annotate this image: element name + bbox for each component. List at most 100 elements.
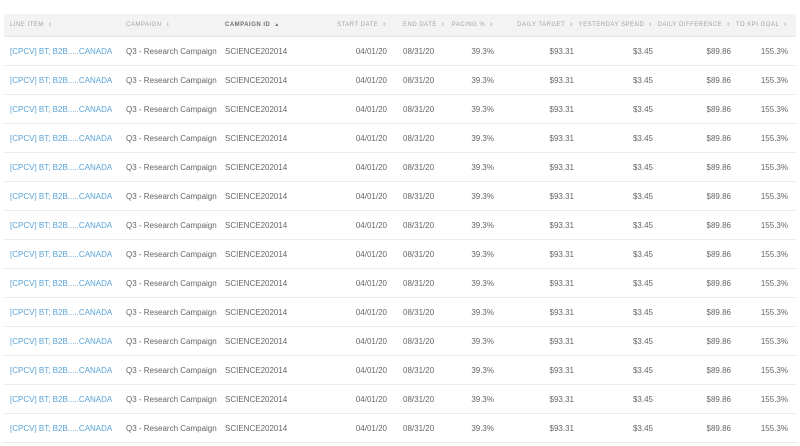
cell-kpi-goal: 155.3% — [760, 75, 788, 85]
header-kpi-goal-label: To KPI Goal — [735, 22, 780, 28]
cell-start-date: 04/01/20 — [355, 423, 387, 433]
header-start-date[interactable]: Start Date ⬍ — [335, 22, 391, 28]
cell-daily-difference: $89.86 — [706, 278, 731, 288]
cell-daily-target: $93.31 — [549, 394, 574, 404]
header-pacing[interactable]: Pacing % ⬍ — [441, 22, 494, 28]
cell-kpi-goal: 155.3% — [760, 162, 788, 172]
table-body: [CPCV] BT; B2B.....CANADA Q3 - Research C… — [4, 37, 796, 443]
cell-start-date: 04/01/20 — [355, 104, 387, 114]
cell-daily-target: $93.31 — [549, 133, 574, 143]
cell-daily-difference: $89.86 — [706, 365, 731, 375]
cell-end-date: 08/31/20 — [403, 423, 435, 433]
sort-icon[interactable]: ⬍ — [48, 22, 53, 28]
table-row: [CPCV] BT; B2B.....CANADA Q3 - Research C… — [4, 414, 796, 443]
cell-end-date: 08/31/20 — [403, 336, 435, 346]
header-campaign-id[interactable]: Campaign ID ▲ — [225, 22, 335, 28]
cell-daily-target: $93.31 — [549, 162, 574, 172]
cell-line-item-link[interactable]: [CPCV] BT; B2B.....CANADA — [4, 105, 126, 114]
cell-pacing: 39.3% — [471, 336, 494, 346]
header-line-item[interactable]: Line Item ⬍ — [4, 22, 126, 28]
header-daily-target[interactable]: Daily Target ⬍ — [494, 22, 574, 28]
cell-end-date: 08/31/20 — [403, 133, 435, 143]
sort-icon[interactable]: ⬍ — [382, 22, 387, 28]
sort-icon[interactable]: ⬍ — [783, 22, 788, 28]
cell-pacing: 39.3% — [471, 191, 494, 201]
cell-end-date: 08/31/20 — [403, 162, 435, 172]
cell-campaign: Q3 - Research Campaign — [126, 46, 217, 56]
cell-daily-difference: $89.86 — [706, 191, 731, 201]
cell-kpi-goal: 155.3% — [760, 46, 788, 56]
cell-end-date: 08/31/20 — [403, 365, 435, 375]
sort-icon[interactable]: ⬍ — [166, 22, 171, 28]
cell-daily-target: $93.31 — [549, 220, 574, 230]
cell-line-item-link[interactable]: [CPCV] BT; B2B.....CANADA — [4, 163, 126, 172]
cell-line-item-link[interactable]: [CPCV] BT; B2B.....CANADA — [4, 76, 126, 85]
cell-daily-target: $93.31 — [549, 75, 574, 85]
cell-line-item-link[interactable]: [CPCV] BT; B2B.....CANADA — [4, 395, 126, 404]
cell-campaign: Q3 - Research Campaign — [126, 423, 217, 433]
table-row: [CPCV] BT; B2B.....CANADA Q3 - Research C… — [4, 182, 796, 211]
cell-kpi-goal: 155.3% — [760, 278, 788, 288]
cell-yesterday-spend: $3.45 — [632, 104, 653, 114]
cell-campaign-id: SCIENCE202014 — [225, 162, 288, 172]
cell-line-item-link[interactable]: [CPCV] BT; B2B.....CANADA — [4, 366, 126, 375]
cell-campaign: Q3 - Research Campaign — [126, 307, 217, 317]
cell-kpi-goal: 155.3% — [760, 191, 788, 201]
cell-daily-difference: $89.86 — [706, 220, 731, 230]
cell-daily-target: $93.31 — [549, 278, 574, 288]
header-campaign-label: Campaign — [126, 22, 162, 28]
header-line-item-label: Line Item — [10, 22, 44, 28]
header-yesterday-spend[interactable]: Yesterday Spend ⬍ — [574, 22, 653, 28]
table-row: [CPCV] BT; B2B.....CANADA Q3 - Research C… — [4, 240, 796, 269]
table-row: [CPCV] BT; B2B.....CANADA Q3 - Research C… — [4, 385, 796, 414]
table-row: [CPCV] BT; B2B.....CANADA Q3 - Research C… — [4, 298, 796, 327]
cell-yesterday-spend: $3.45 — [632, 423, 653, 433]
table-row: [CPCV] BT; B2B.....CANADA Q3 - Research C… — [4, 356, 796, 385]
header-kpi-goal[interactable]: To KPI Goal ⬍ — [731, 22, 796, 28]
header-pacing-label: Pacing % — [451, 22, 486, 28]
cell-daily-target: $93.31 — [549, 307, 574, 317]
cell-campaign: Q3 - Research Campaign — [126, 278, 217, 288]
cell-end-date: 08/31/20 — [403, 307, 435, 317]
cell-campaign: Q3 - Research Campaign — [126, 220, 217, 230]
cell-start-date: 04/01/20 — [355, 249, 387, 259]
cell-campaign: Q3 - Research Campaign — [126, 249, 217, 259]
cell-start-date: 04/01/20 — [355, 133, 387, 143]
header-campaign[interactable]: Campaign ⬍ — [126, 22, 225, 28]
cell-daily-difference: $89.86 — [706, 46, 731, 56]
header-end-date[interactable]: End Date ⬍ — [391, 22, 445, 28]
cell-daily-difference: $89.86 — [706, 394, 731, 404]
cell-line-item-link[interactable]: [CPCV] BT; B2B.....CANADA — [4, 192, 126, 201]
cell-campaign-id: SCIENCE202014 — [225, 249, 288, 259]
cell-line-item-link[interactable]: [CPCV] BT; B2B.....CANADA — [4, 47, 126, 56]
cell-pacing: 39.3% — [471, 394, 494, 404]
header-daily-difference[interactable]: Daily Difference ⬍ — [653, 22, 731, 28]
cell-line-item-link[interactable]: [CPCV] BT; B2B.....CANADA — [4, 424, 126, 433]
sort-asc-icon[interactable]: ▲ — [274, 22, 279, 28]
cell-pacing: 39.3% — [471, 365, 494, 375]
cell-yesterday-spend: $3.45 — [632, 278, 653, 288]
cell-start-date: 04/01/20 — [355, 307, 387, 317]
cell-line-item-link[interactable]: [CPCV] BT; B2B.....CANADA — [4, 337, 126, 346]
table-header: Line Item ⬍ Campaign ⬍ Campaign ID ▲ Start Dat… — [4, 14, 796, 37]
cell-pacing: 39.3% — [471, 423, 494, 433]
cell-line-item-link[interactable]: [CPCV] BT; B2B.....CANADA — [4, 250, 126, 259]
cell-campaign: Q3 - Research Campaign — [126, 75, 217, 85]
cell-daily-difference: $89.86 — [706, 307, 731, 317]
cell-line-item-link[interactable]: [CPCV] BT; B2B.....CANADA — [4, 221, 126, 230]
cell-campaign-id: SCIENCE202014 — [225, 423, 288, 433]
cell-pacing: 39.3% — [471, 162, 494, 172]
cell-line-item-link[interactable]: [CPCV] BT; B2B.....CANADA — [4, 134, 126, 143]
cell-daily-difference: $89.86 — [706, 75, 731, 85]
cell-line-item-link[interactable]: [CPCV] BT; B2B.....CANADA — [4, 279, 126, 288]
header-end-date-label: End Date — [403, 22, 437, 28]
cell-end-date: 08/31/20 — [403, 278, 435, 288]
cell-campaign-id: SCIENCE202014 — [225, 75, 288, 85]
cell-pacing: 39.3% — [471, 249, 494, 259]
cell-campaign-id: SCIENCE202014 — [225, 336, 288, 346]
cell-end-date: 08/31/20 — [403, 104, 435, 114]
cell-start-date: 04/01/20 — [355, 162, 387, 172]
table-row: [CPCV] BT; B2B.....CANADA Q3 - Research C… — [4, 66, 796, 95]
table-row: [CPCV] BT; B2B.....CANADA Q3 - Research C… — [4, 153, 796, 182]
cell-line-item-link[interactable]: [CPCV] BT; B2B.....CANADA — [4, 308, 126, 317]
